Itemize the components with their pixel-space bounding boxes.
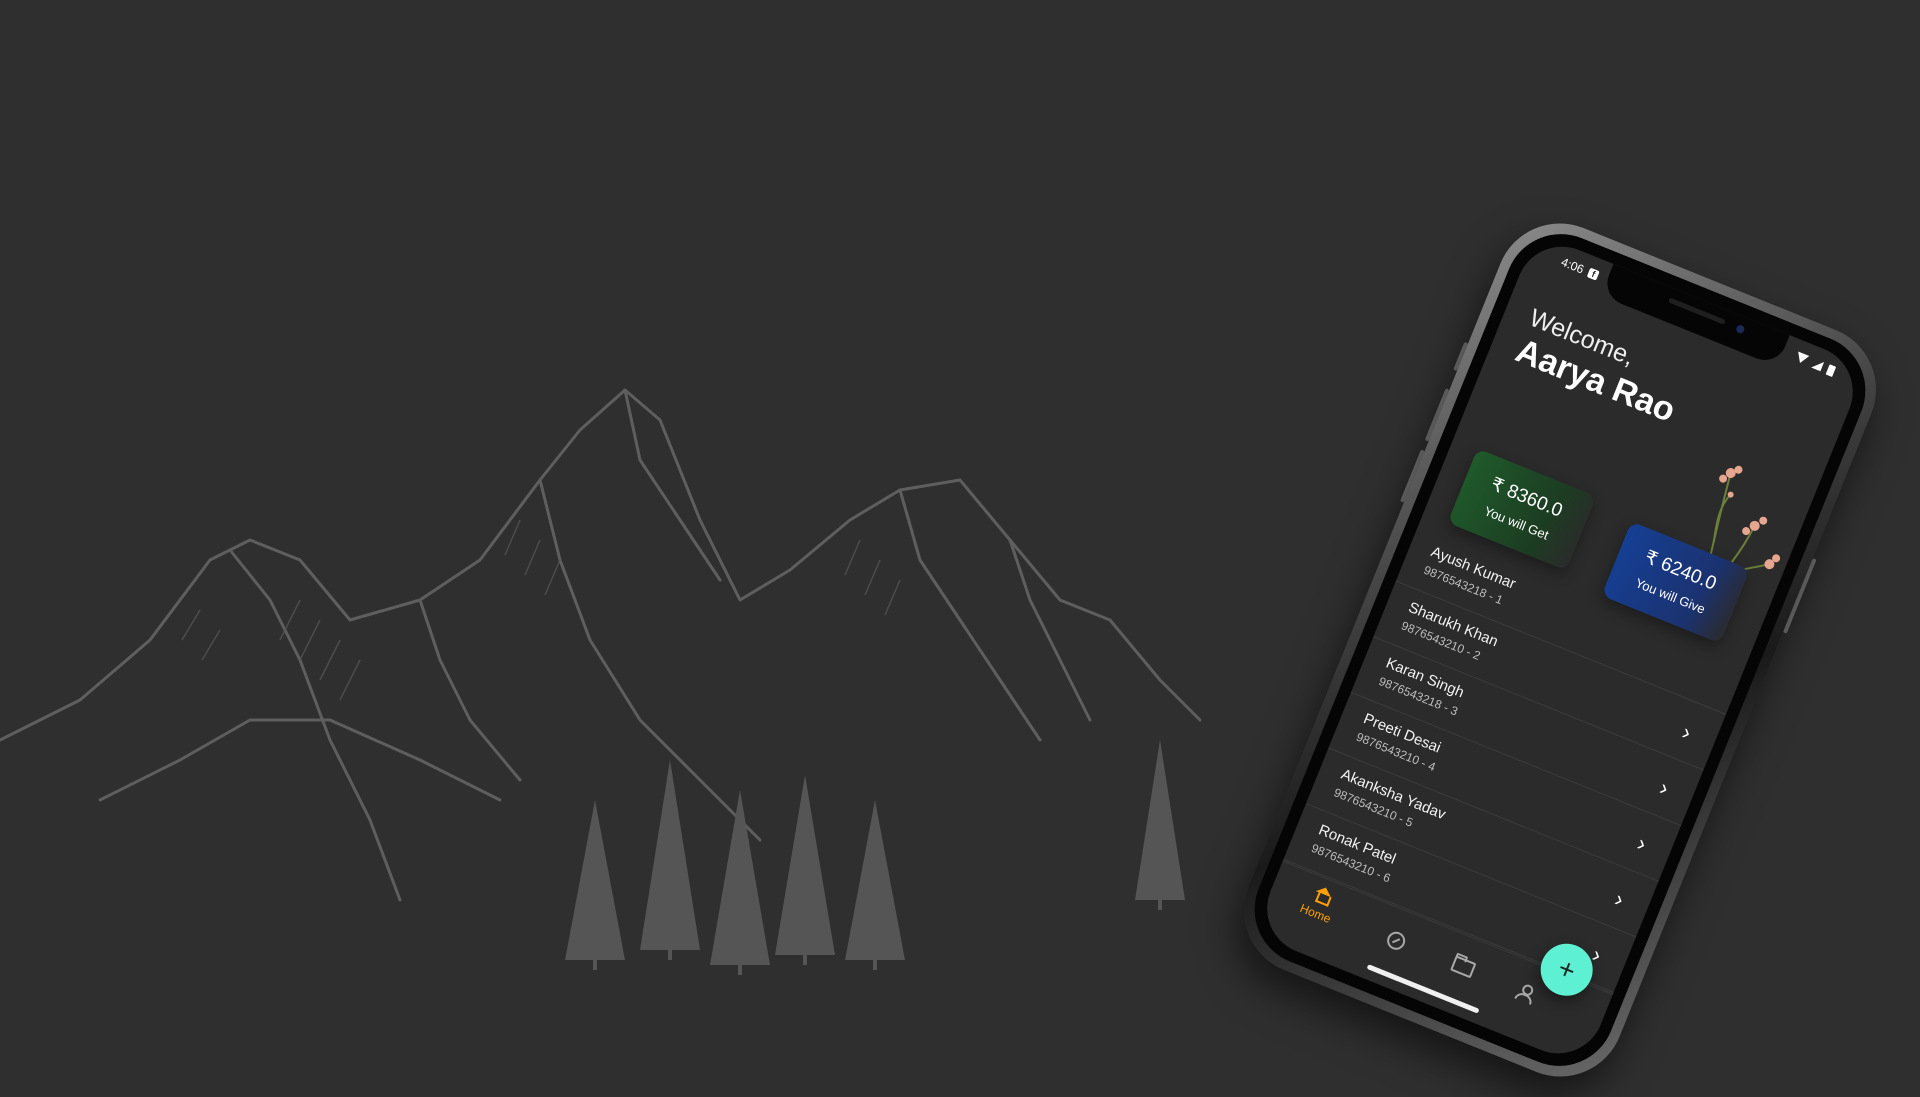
person-icon: [1515, 982, 1536, 1003]
plus-icon: +: [1553, 951, 1581, 987]
home-icon: [1313, 891, 1330, 907]
status-right: [1794, 351, 1837, 377]
signal-icon: [1811, 358, 1825, 372]
nav-explore[interactable]: [1384, 929, 1408, 953]
compass-icon: [1384, 929, 1408, 953]
status-left: 4:06 f: [1559, 255, 1601, 283]
wifi-icon: [1794, 351, 1810, 366]
nav-files[interactable]: [1450, 955, 1477, 979]
status-time: 4:06: [1559, 254, 1586, 277]
facebook-icon: f: [1587, 267, 1601, 281]
nav-profile[interactable]: [1515, 982, 1536, 1003]
battery-icon: [1825, 363, 1837, 377]
folder-icon: [1450, 955, 1477, 979]
nav-home[interactable]: Home: [1298, 887, 1339, 926]
front-camera: [1735, 323, 1746, 335]
